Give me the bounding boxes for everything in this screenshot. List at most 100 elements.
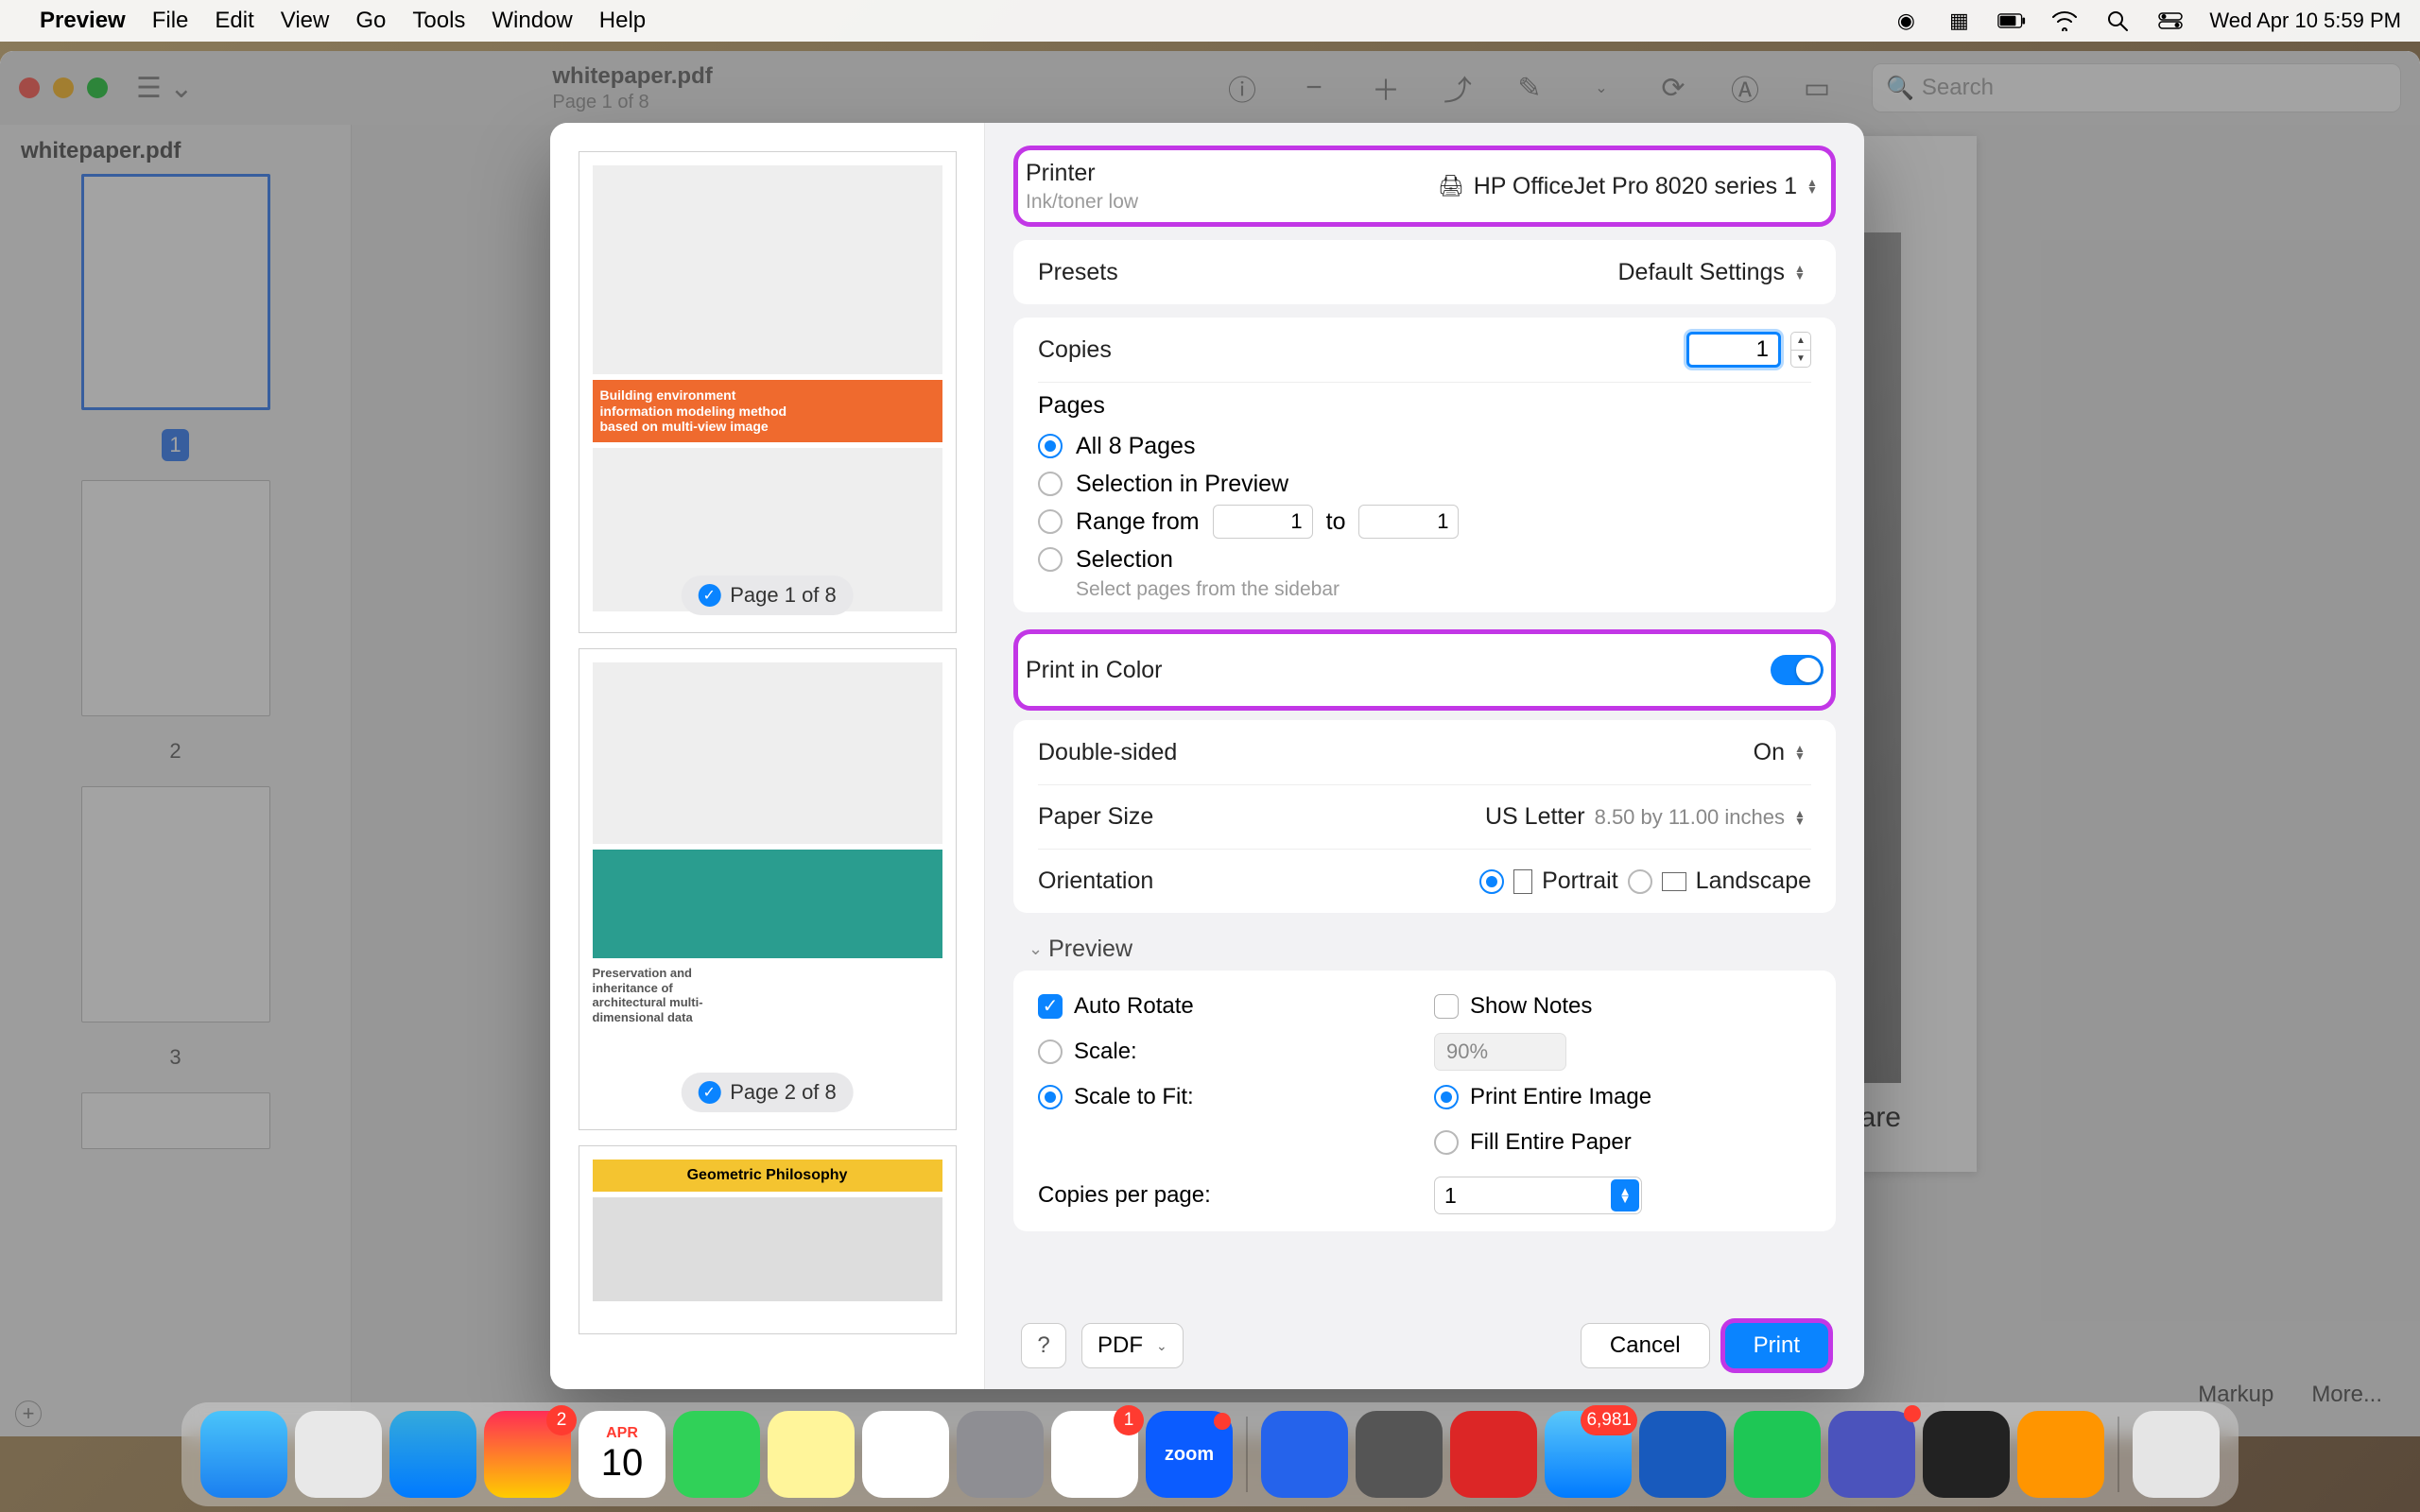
copies-input[interactable]: [1686, 332, 1781, 368]
paper-size-label: Paper Size: [1038, 803, 1153, 831]
preview-chip-1: Page 1 of 8: [730, 583, 837, 608]
dock-messages[interactable]: [673, 1411, 760, 1498]
print-dialog: Building environmentinformation modeling…: [550, 123, 1864, 1389]
zoom-badge: [1214, 1413, 1231, 1430]
scale-radio[interactable]: [1038, 1040, 1063, 1064]
auto-rotate-label[interactable]: Auto Rotate: [1074, 993, 1194, 1020]
dock-photos[interactable]: 2: [484, 1411, 571, 1498]
copies-label: Copies: [1038, 336, 1112, 364]
pdf-dropdown[interactable]: PDF⌄: [1081, 1323, 1184, 1368]
scale-input[interactable]: 90%: [1434, 1033, 1566, 1071]
print-button[interactable]: Print: [1725, 1323, 1828, 1368]
dock-numbers[interactable]: [1734, 1411, 1821, 1498]
photos-badge: 2: [546, 1405, 577, 1435]
range-to-input[interactable]: [1358, 505, 1459, 539]
pages-selection-radio[interactable]: [1038, 547, 1063, 572]
dock-separator: [1246, 1417, 1248, 1492]
dock-acrobat[interactable]: [1450, 1411, 1537, 1498]
copies-stepper[interactable]: ▲▼: [1790, 332, 1811, 368]
fill-paper-label[interactable]: Fill Entire Paper: [1470, 1129, 1632, 1156]
menubar-datetime[interactable]: Wed Apr 10 5:59 PM: [2209, 9, 2401, 33]
menu-edit[interactable]: Edit: [215, 8, 253, 34]
help-button[interactable]: ?: [1021, 1323, 1066, 1368]
auto-rotate-checkbox[interactable]: [1038, 994, 1063, 1019]
range-from-input[interactable]: [1213, 505, 1313, 539]
copies-per-page-select[interactable]: 1▲▼: [1434, 1177, 1642, 1214]
app-name[interactable]: Preview: [40, 8, 126, 34]
copies-per-page-label: Copies per page:: [1038, 1182, 1211, 1209]
dock-app-3[interactable]: [1923, 1411, 2010, 1498]
range-to-label: to: [1326, 508, 1346, 536]
scale-fit-radio[interactable]: [1038, 1085, 1063, 1109]
dock-separator-2: [2118, 1417, 2119, 1492]
orientation-landscape-radio[interactable]: [1628, 869, 1652, 894]
pages-all-radio[interactable]: [1038, 434, 1063, 458]
print-color-toggle[interactable]: [1771, 655, 1824, 685]
pages-all-label[interactable]: All 8 Pages: [1076, 433, 1195, 460]
pages-sel-preview-label[interactable]: Selection in Preview: [1076, 471, 1288, 498]
dock-app-2[interactable]: [1356, 1411, 1443, 1498]
preview-page-2[interactable]: Preservation andinheritance ofarchitectu…: [579, 648, 957, 1130]
dock-settings[interactable]: [957, 1411, 1044, 1498]
menu-extra-icon[interactable]: ▦: [1945, 8, 1973, 34]
portrait-icon: [1513, 869, 1532, 894]
dock-launchpad[interactable]: [295, 1411, 382, 1498]
dock-notes[interactable]: [768, 1411, 855, 1498]
dock-safari[interactable]: [389, 1411, 476, 1498]
scale-label[interactable]: Scale:: [1074, 1039, 1137, 1065]
cancel-button[interactable]: Cancel: [1581, 1323, 1710, 1368]
presets-label: Presets: [1038, 259, 1118, 286]
print-entire-label[interactable]: Print Entire Image: [1470, 1084, 1651, 1110]
dock-zoom[interactable]: zoom: [1146, 1411, 1233, 1498]
pages-range-radio[interactable]: [1038, 509, 1063, 534]
grammarly-icon[interactable]: ◉: [1892, 8, 1920, 34]
control-center-icon[interactable]: [2156, 8, 2185, 34]
printer-label: Printer: [1026, 160, 1138, 187]
preview-page-3[interactable]: Geometric Philosophy: [579, 1145, 957, 1334]
show-notes-checkbox[interactable]: [1434, 994, 1459, 1019]
presets-select[interactable]: Default Settings▲▼: [1618, 259, 1812, 286]
preview-section-title[interactable]: Preview: [1028, 936, 1836, 963]
menu-go[interactable]: Go: [355, 8, 386, 34]
orientation-landscape-label[interactable]: Landscape: [1696, 868, 1811, 895]
menu-window[interactable]: Window: [492, 8, 572, 34]
dock-keychain[interactable]: [2017, 1411, 2104, 1498]
menu-tools[interactable]: Tools: [412, 8, 465, 34]
battery-icon[interactable]: [1997, 8, 2026, 34]
print-entire-radio[interactable]: [1434, 1085, 1459, 1109]
pages-range-label[interactable]: Range from: [1076, 508, 1200, 536]
pages-label: Pages: [1038, 392, 1811, 420]
dock-trash[interactable]: [2133, 1411, 2220, 1498]
printer-row-highlight: Printer Ink/toner low 🖨 HP OfficeJet Pro…: [1013, 146, 1836, 227]
preview-page-1[interactable]: Building environmentinformation modeling…: [579, 151, 957, 633]
wifi-icon[interactable]: [2050, 8, 2079, 34]
paper-size-select[interactable]: US Letter 8.50 by 11.00 inches ▲▼: [1485, 803, 1811, 831]
printer-select[interactable]: 🖨 HP OfficeJet Pro 8020 series 1 ▲▼: [1438, 173, 1824, 200]
print-color-highlight: Print in Color: [1013, 629, 1836, 711]
menu-help[interactable]: Help: [599, 8, 646, 34]
dock-finder[interactable]: [200, 1411, 287, 1498]
pages-selection-preview-radio[interactable]: [1038, 472, 1063, 496]
menu-view[interactable]: View: [281, 8, 330, 34]
dock-word[interactable]: [1639, 1411, 1726, 1498]
print-color-label: Print in Color: [1026, 657, 1163, 684]
spotlight-icon[interactable]: [2103, 8, 2132, 34]
dock-teams[interactable]: [1828, 1411, 1915, 1498]
dock-chrome[interactable]: 1: [1051, 1411, 1138, 1498]
menu-file[interactable]: File: [152, 8, 189, 34]
dock-app-1[interactable]: [1261, 1411, 1348, 1498]
menubar: Preview File Edit View Go Tools Window H…: [0, 0, 2420, 42]
orientation-portrait-label[interactable]: Portrait: [1542, 868, 1618, 895]
scale-fit-label[interactable]: Scale to Fit:: [1074, 1084, 1194, 1110]
dock-calendar[interactable]: APR10: [579, 1411, 666, 1498]
show-notes-label[interactable]: Show Notes: [1470, 993, 1592, 1020]
fill-paper-radio[interactable]: [1434, 1130, 1459, 1155]
pages-selection-label[interactable]: Selection: [1076, 546, 1173, 574]
mail-badge: 6,981: [1581, 1405, 1637, 1435]
teams-badge: [1904, 1405, 1921, 1422]
dock-freeform[interactable]: [862, 1411, 949, 1498]
chrome-badge: 1: [1114, 1405, 1144, 1435]
double-sided-select[interactable]: On▲▼: [1754, 739, 1811, 766]
orientation-portrait-radio[interactable]: [1479, 869, 1504, 894]
dock-mail[interactable]: 6,981: [1545, 1411, 1632, 1498]
